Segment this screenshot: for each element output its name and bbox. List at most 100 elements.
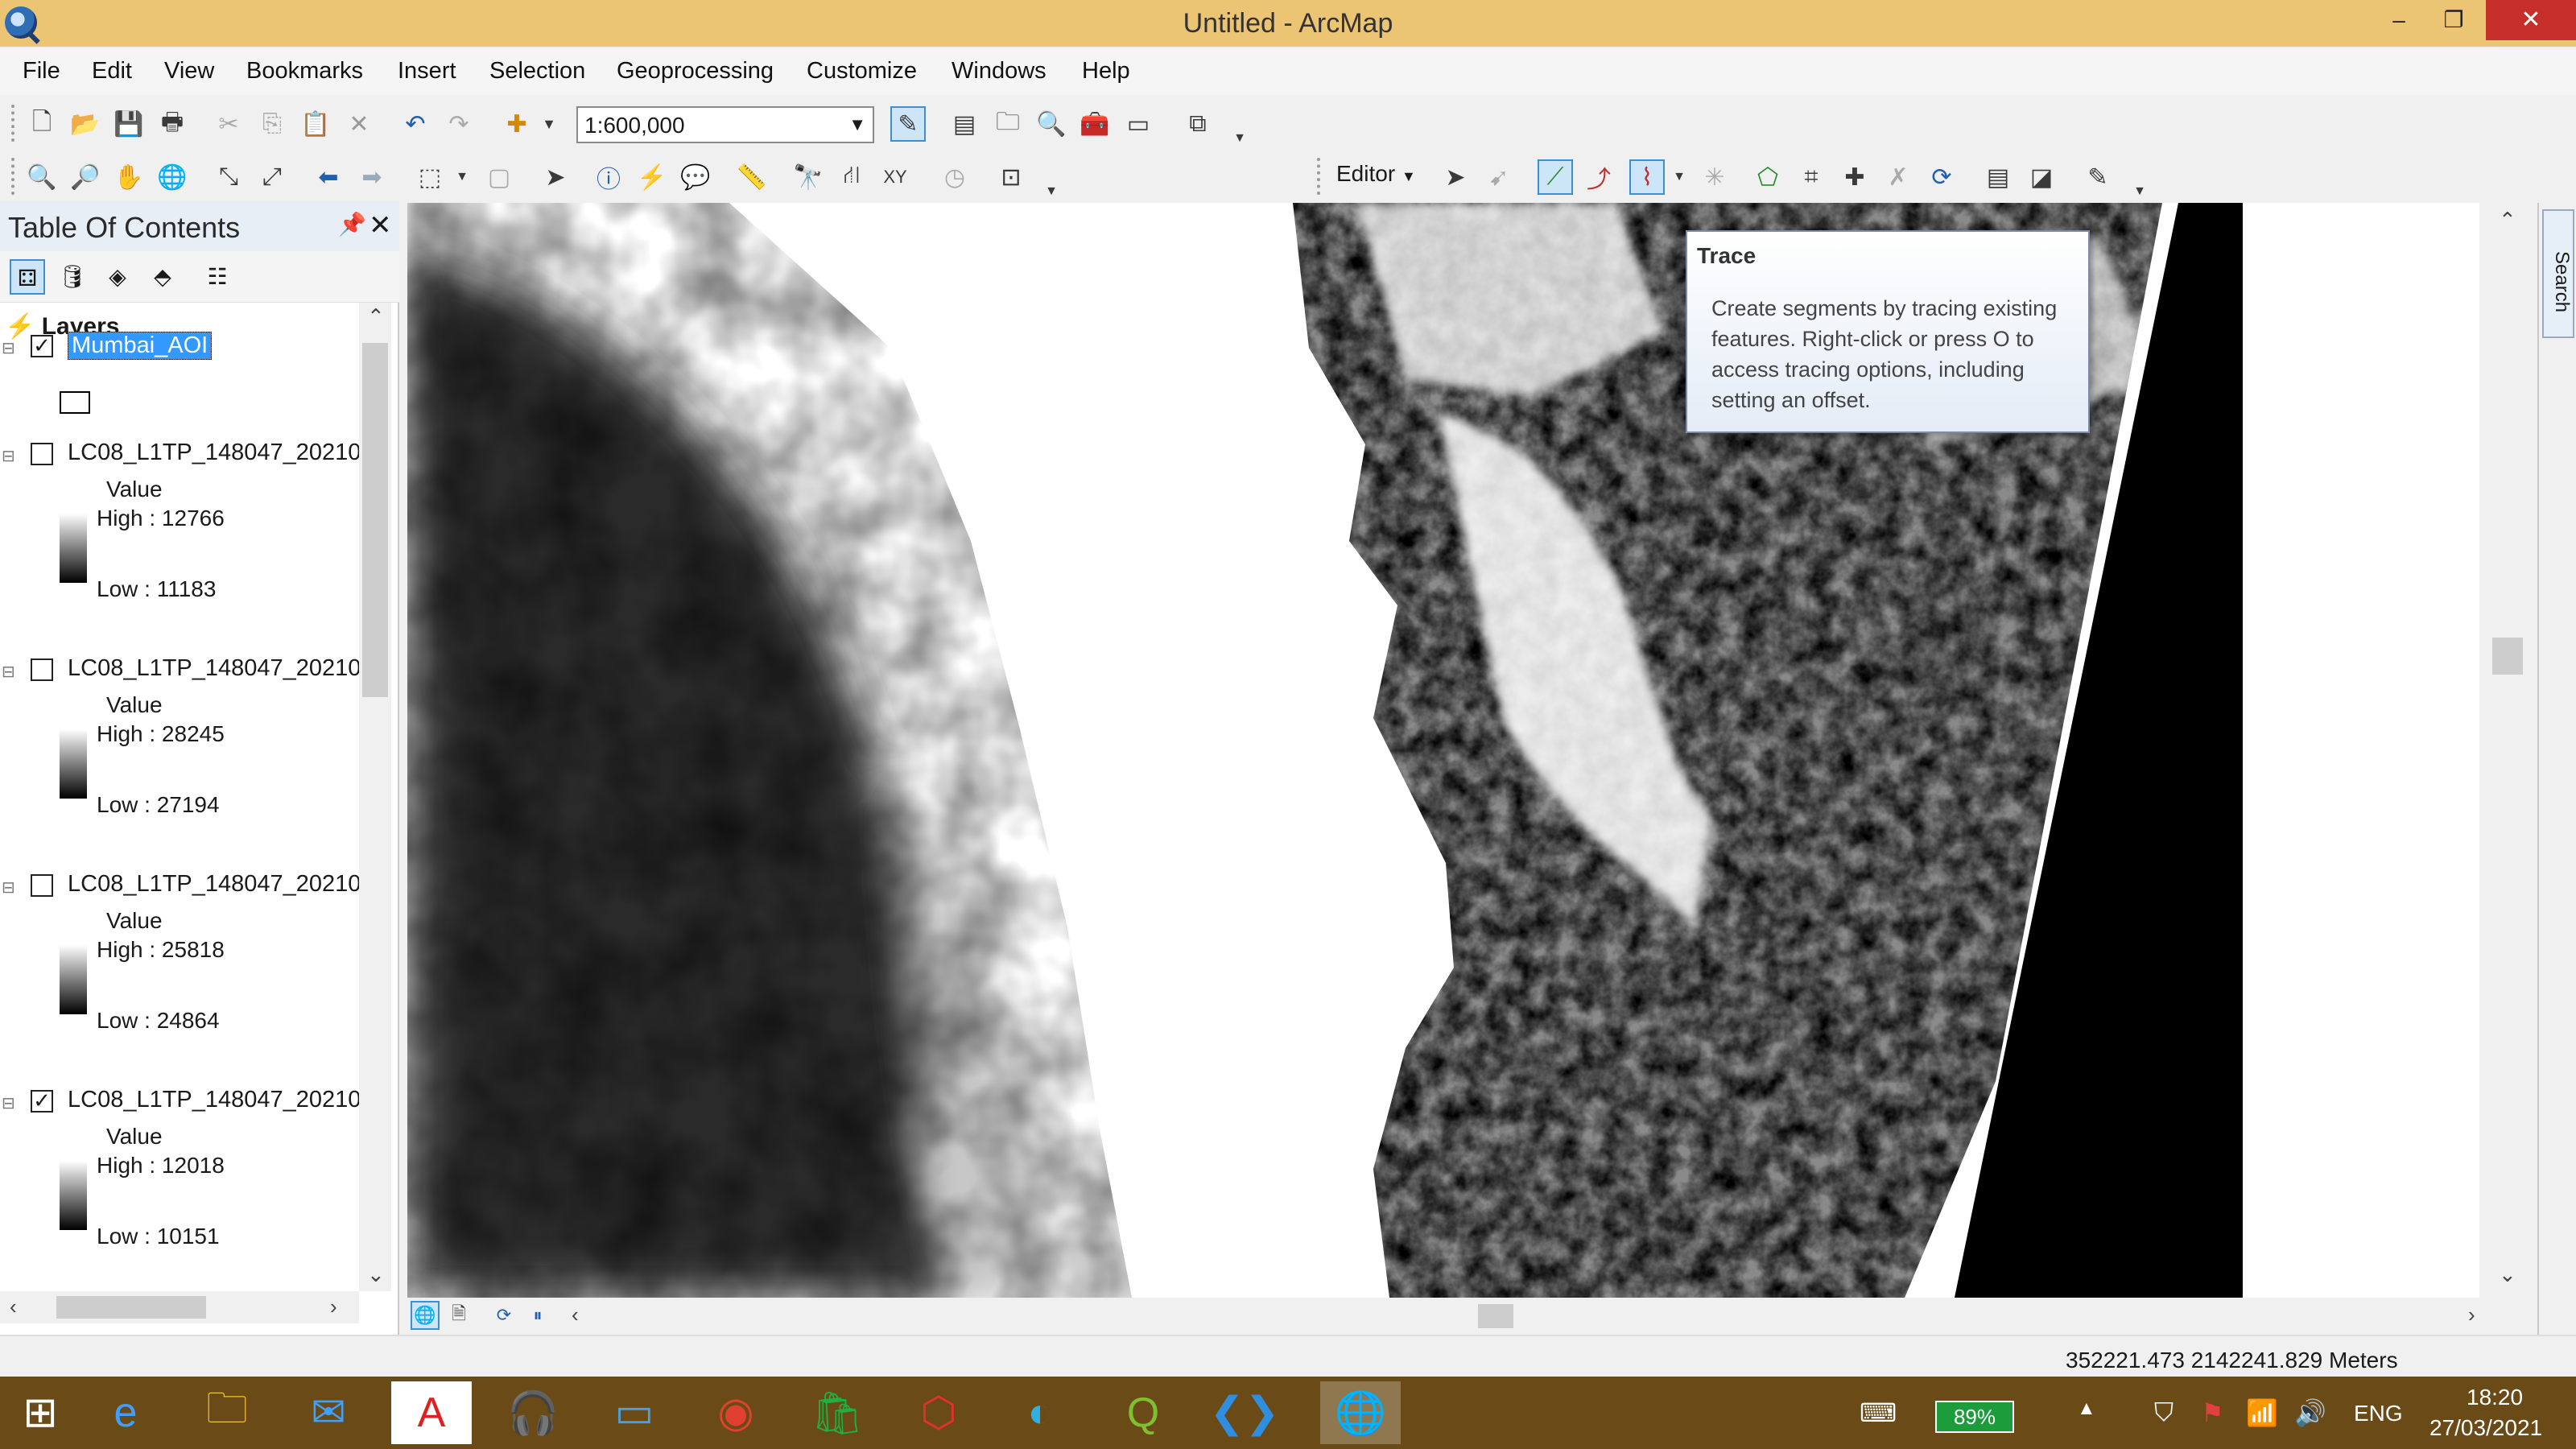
layer-visibility-checkbox[interactable] [31,874,53,897]
forward-extent-icon[interactable]: ➡ [354,159,390,195]
collapse-icon[interactable]: ⊟ [2,338,15,357]
clock-time[interactable]: 18:20 [2467,1385,2523,1410]
layer-name[interactable]: LC08_L1TP_148047_2021031 [68,440,359,466]
menu-geoprocessing[interactable]: Geoprocessing [617,58,774,85]
scroll-thumb[interactable] [2492,638,2523,675]
back-extent-icon[interactable]: ⬅ [311,159,346,195]
editor-menu-button[interactable]: Editor ▼ [1336,161,1416,187]
save-icon[interactable]: 💾 [111,106,147,142]
open-folder-icon[interactable]: 📂 [68,106,103,142]
network-signal-icon[interactable]: 📶 [2246,1397,2278,1428]
editor-toolbar-icon[interactable]: ✎ [890,106,926,142]
catalog-icon[interactable]: 🗀 [990,106,1026,142]
refresh-view-icon[interactable]: ⟳ [489,1301,518,1330]
zoom-out-icon[interactable]: 🔎 [68,159,103,195]
layer-name[interactable]: LC08_L1TP_148047_2021031 [68,1087,359,1113]
data-view-icon[interactable]: 🌐 [411,1301,440,1330]
undo-icon[interactable]: ↶ [398,106,433,142]
print-icon[interactable]: 🖶 [155,106,190,142]
edit-tool-icon[interactable]: ➤ [1438,159,1473,195]
layer-visibility-checkbox[interactable] [31,443,53,465]
paste-icon[interactable]: 📋 [298,106,333,142]
scroll-left-icon[interactable]: ‹ [572,1302,579,1327]
menu-insert[interactable]: Insert [398,58,456,85]
point-icon[interactable]: ✳ [1697,159,1732,195]
maximize-button[interactable]: ❐ [2421,0,2486,40]
hyperlink-icon[interactable]: ⚡ [634,159,670,195]
find-icon[interactable]: 🔭 [791,159,826,195]
layout-view-icon[interactable]: 🗎 [444,1301,473,1330]
mail-icon[interactable]: ✉ [288,1381,369,1444]
rotate-tool-icon[interactable]: ⟳ [1924,159,1959,195]
security-icon[interactable]: ⛉ [2154,1397,2174,1428]
layer-row[interactable]: ⊟ LC08_L1TP_148047_2021031 [0,652,359,689]
action-center-flag-icon[interactable]: ⚑ [2201,1397,2224,1428]
map-horizontal-scrollbar[interactable]: 🌐 🗎 ⟳ ⏸ ‹ › [407,1299,2507,1333]
layer-visibility-checkbox[interactable]: ✓ [31,335,53,357]
edit-annotation-icon[interactable]: ➹ [1481,159,1517,195]
menu-windows[interactable]: Windows [952,58,1046,85]
go-to-xy-icon[interactable]: XY [877,159,913,195]
edge-icon[interactable]: ◐ [1000,1381,1080,1444]
reshape-feature-icon[interactable]: ⌗ [1794,159,1829,195]
menu-selection[interactable]: Selection [489,58,585,85]
find-route-icon[interactable]: ⛙ [834,159,869,195]
ie-icon[interactable]: e [85,1381,166,1444]
file-explorer-icon[interactable]: 🗀 [187,1381,267,1444]
pin-icon[interactable]: 📌 [338,211,366,237]
edit-vertices-icon[interactable]: ⬠ [1750,159,1785,195]
close-icon[interactable]: ✕ [369,209,392,242]
scroll-up-icon[interactable]: ⌃ [367,304,385,329]
split-tool-icon[interactable]: ✗ [1880,159,1916,195]
menu-view[interactable]: View [164,58,214,85]
adobe-icon[interactable]: A [391,1381,472,1444]
layer-name[interactable]: LC08_L1TP_148047_2021031 [68,655,359,682]
polygon-symbol-swatch[interactable] [60,391,90,414]
chrome-icon[interactable]: ◉ [696,1381,776,1444]
stretch-color-ramp[interactable] [60,514,87,583]
redo-icon[interactable]: ↷ [441,106,477,142]
layer-name[interactable]: Mumbai_AOI [68,332,213,360]
list-by-selection-icon[interactable]: ⬘ [145,259,180,295]
straight-segment-icon[interactable]: ⟋ [1538,159,1573,195]
end-point-arc-icon[interactable]: ⤴ [1581,159,1616,195]
start-icon[interactable]: ⊞ [0,1381,80,1444]
add-data-icon[interactable]: ✚ [499,106,535,142]
html-popup-icon[interactable]: 💬 [678,159,713,195]
menu-bookmarks[interactable]: Bookmarks [246,58,363,85]
layer-row[interactable]: ⊟ ✓ Mumbai_AOI [0,328,359,365]
menu-file[interactable]: File [23,58,60,85]
viewer-window-icon[interactable]: ⊡ [993,159,1029,195]
search-window-icon[interactable]: 🔍 [1034,106,1069,142]
toc-horizontal-scrollbar[interactable]: ‹ › [0,1291,359,1323]
close-button[interactable]: ✕ [2486,0,2576,40]
menu-help[interactable]: Help [1082,58,1130,85]
input-language[interactable]: ENG [2354,1401,2403,1426]
collapse-icon[interactable]: ⊟ [2,446,15,465]
keyboard-icon[interactable]: ⌨ [1860,1397,1897,1428]
stretch-color-ramp[interactable] [60,1161,87,1230]
layer-row[interactable]: ⊟ LC08_L1TP_148047_2021031 [0,436,359,473]
cut-polygons-icon[interactable]: ✚ [1837,159,1872,195]
map-scale-select[interactable]: 1:600,000 ▼ [576,106,874,143]
collapse-icon[interactable]: ⊟ [2,877,15,897]
copy-icon[interactable]: ⎘ [254,106,290,142]
show-hidden-icons-icon[interactable]: ▲ [2077,1397,2096,1420]
layer-visibility-checkbox[interactable] [31,658,53,681]
pan-icon[interactable]: ✋ [111,159,147,195]
trace-icon[interactable]: ⌇ [1629,159,1665,195]
new-document-icon[interactable]: 🗋 [24,106,60,142]
layer-name[interactable]: LC08_L1TP_148047_2021031 [68,871,359,898]
box-icon[interactable]: ⬡ [898,1381,979,1444]
select-dropdown-icon[interactable]: ▼ [444,159,480,195]
select-elements-icon[interactable]: ➤ [538,159,573,195]
scroll-left-icon[interactable]: ‹ [10,1294,17,1319]
scroll-thumb[interactable] [1478,1304,1513,1328]
layer-visibility-checkbox[interactable]: ✓ [31,1090,53,1113]
measure-icon[interactable]: 📏 [734,159,770,195]
menu-customize[interactable]: Customize [807,58,917,85]
python-window-icon[interactable]: ▭ [1121,106,1156,142]
toc-vertical-scrollbar[interactable]: ⌃ ⌄ [359,303,391,1291]
layer-row[interactable]: ⊟ ✓ LC08_L1TP_148047_2021031 [0,1084,359,1121]
sketch-properties-icon[interactable]: ◪ [2024,159,2059,195]
